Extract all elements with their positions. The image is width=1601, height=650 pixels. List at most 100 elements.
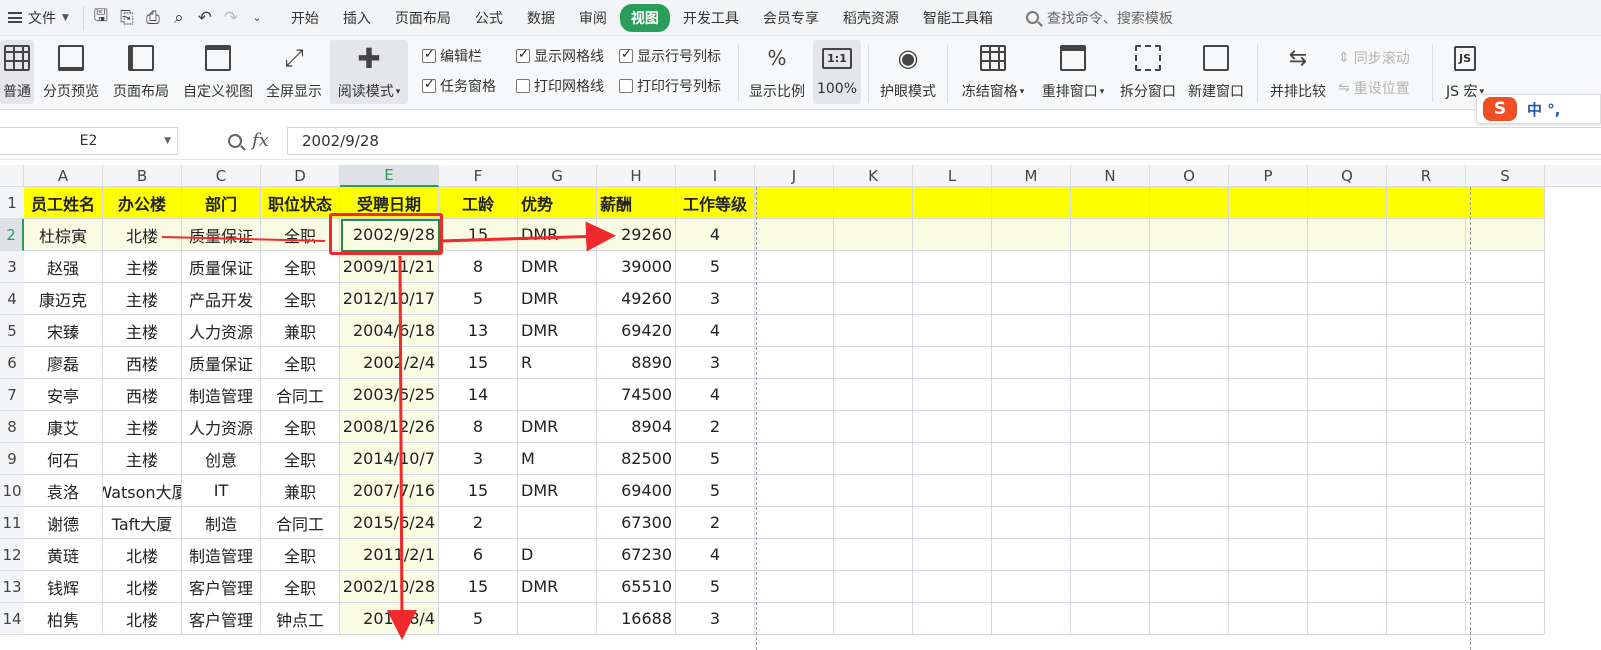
cell-l5[interactable] <box>913 315 992 347</box>
cell-g10[interactable]: DMR <box>518 475 597 507</box>
tab-review[interactable]: 审阅 <box>568 4 618 32</box>
cell-l14[interactable] <box>913 603 992 635</box>
cell-s6[interactable] <box>1466 347 1545 379</box>
tab-page-layout[interactable]: 页面布局 <box>384 4 462 32</box>
cell-j4[interactable] <box>755 283 834 315</box>
cell-d4[interactable]: 全职 <box>261 283 340 315</box>
cell-a11[interactable]: 谢德 <box>24 507 103 539</box>
cell-p2[interactable] <box>1229 219 1308 251</box>
cell-h7[interactable]: 74500 <box>597 379 676 411</box>
row-header-4[interactable]: 4 <box>0 283 24 315</box>
cell-i6[interactable]: 3 <box>676 347 755 379</box>
cell-c3[interactable]: 质量保证 <box>182 251 261 283</box>
cell-a10[interactable]: 袁洛 <box>24 475 103 507</box>
column-header-q[interactable]: Q <box>1308 165 1387 187</box>
cell-j7[interactable] <box>755 379 834 411</box>
show-headings-checkbox[interactable]: 显示行号列标 <box>619 46 721 66</box>
cell-k9[interactable] <box>834 443 913 475</box>
cell-r14[interactable] <box>1387 603 1466 635</box>
column-header-k[interactable]: K <box>834 165 913 187</box>
cell-c11[interactable]: 制造 <box>182 507 261 539</box>
cell-o10[interactable] <box>1150 475 1229 507</box>
cell-j3[interactable] <box>755 251 834 283</box>
zoom-100-button[interactable]: 1:1 100% <box>813 40 861 104</box>
cell-q10[interactable] <box>1308 475 1387 507</box>
column-header-s[interactable]: S <box>1466 165 1545 187</box>
cell-p6[interactable] <box>1229 347 1308 379</box>
select-all-corner[interactable] <box>0 165 24 187</box>
cell-g5[interactable]: DMR <box>518 315 597 347</box>
save-icon[interactable]: 🖫 <box>90 6 112 29</box>
cell-o7[interactable] <box>1150 379 1229 411</box>
cell-a14[interactable]: 柏隽 <box>24 603 103 635</box>
column-header-p[interactable]: P <box>1229 165 1308 187</box>
tab-smart-toolbox[interactable]: 智能工具箱 <box>912 4 1004 32</box>
row-header-1[interactable]: 1 <box>0 187 24 219</box>
cell-m7[interactable] <box>992 379 1071 411</box>
cell-m14[interactable] <box>992 603 1071 635</box>
export-icon[interactable]: ⎘ <box>116 7 138 29</box>
row-header-5[interactable]: 5 <box>0 315 24 347</box>
cell-j1[interactable] <box>755 187 834 219</box>
cell-b13[interactable]: 北楼 <box>103 571 182 603</box>
cell-k1[interactable] <box>834 187 913 219</box>
cell-j5[interactable] <box>755 315 834 347</box>
cell-s13[interactable] <box>1466 571 1545 603</box>
cell-q2[interactable] <box>1308 219 1387 251</box>
cell-n8[interactable] <box>1071 411 1150 443</box>
cell-q8[interactable] <box>1308 411 1387 443</box>
cell-e3[interactable]: 2009/11/21 <box>340 251 439 283</box>
cell-l13[interactable] <box>913 571 992 603</box>
cell-h13[interactable]: 65510 <box>597 571 676 603</box>
cell-d13[interactable]: 全职 <box>261 571 340 603</box>
cell-k13[interactable] <box>834 571 913 603</box>
cell-e12[interactable]: 2011/2/1 <box>340 539 439 571</box>
cell-a12[interactable]: 黄琏 <box>24 539 103 571</box>
tab-insert[interactable]: 插入 <box>332 4 382 32</box>
cell-o12[interactable] <box>1150 539 1229 571</box>
cell-q3[interactable] <box>1308 251 1387 283</box>
cell-s7[interactable] <box>1466 379 1545 411</box>
cell-g2[interactable]: DMR <box>518 219 597 251</box>
cell-f7[interactable]: 14 <box>439 379 518 411</box>
cell-l12[interactable] <box>913 539 992 571</box>
print-icon[interactable]: ⎙ <box>142 7 164 29</box>
column-header-j[interactable]: J <box>755 165 834 187</box>
cell-j2[interactable] <box>755 219 834 251</box>
cell-r8[interactable] <box>1387 411 1466 443</box>
cell-q9[interactable] <box>1308 443 1387 475</box>
cell-o3[interactable] <box>1150 251 1229 283</box>
cell-o2[interactable] <box>1150 219 1229 251</box>
cell-c6[interactable]: 质量保证 <box>182 347 261 379</box>
row-header-8[interactable]: 8 <box>0 411 24 443</box>
cell-l3[interactable] <box>913 251 992 283</box>
cell-p9[interactable] <box>1229 443 1308 475</box>
row-header-12[interactable]: 12 <box>0 539 24 571</box>
column-header-h[interactable]: H <box>597 165 676 187</box>
cell-a3[interactable]: 赵强 <box>24 251 103 283</box>
cell-p3[interactable] <box>1229 251 1308 283</box>
cell-a8[interactable]: 康艾 <box>24 411 103 443</box>
cell-m11[interactable] <box>992 507 1071 539</box>
cell-f12[interactable]: 6 <box>439 539 518 571</box>
reading-mode-button[interactable]: ✚ 阅读模式 ▾ <box>330 40 408 104</box>
file-menu[interactable]: 文件 ▼ <box>0 0 77 36</box>
cell-n1[interactable] <box>1071 187 1150 219</box>
task-pane-checkbox[interactable]: 任务窗格 <box>422 76 496 96</box>
column-header-g[interactable]: G <box>518 165 597 187</box>
cell-b11[interactable]: Taft大厦 <box>103 507 182 539</box>
cell-d14[interactable]: 钟点工 <box>261 603 340 635</box>
cell-r2[interactable] <box>1387 219 1466 251</box>
cell-m8[interactable] <box>992 411 1071 443</box>
cell-o1[interactable] <box>1150 187 1229 219</box>
cell-n5[interactable] <box>1071 315 1150 347</box>
cell-q7[interactable] <box>1308 379 1387 411</box>
cell-g8[interactable]: DMR <box>518 411 597 443</box>
cell-l4[interactable] <box>913 283 992 315</box>
tab-developer[interactable]: 开发工具 <box>672 4 750 32</box>
cell-n11[interactable] <box>1071 507 1150 539</box>
cell-s12[interactable] <box>1466 539 1545 571</box>
side-by-side-button[interactable]: ⇆ 并排比较 <box>1266 40 1330 104</box>
cell-b12[interactable]: 北楼 <box>103 539 182 571</box>
cell-m4[interactable] <box>992 283 1071 315</box>
